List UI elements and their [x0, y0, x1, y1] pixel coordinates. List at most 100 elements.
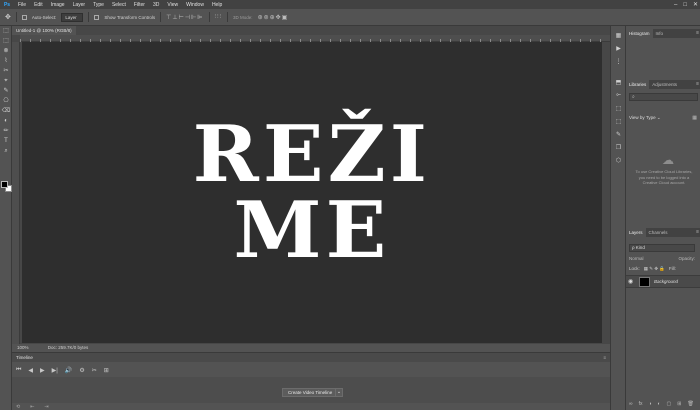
link-layers-icon[interactable]: ∞ — [629, 401, 633, 407]
adjustment-layer-icon[interactable]: ◐ — [658, 401, 661, 407]
layer-thumbnail — [639, 277, 650, 287]
menu-3d[interactable]: 3D — [149, 2, 163, 8]
tab-info[interactable]: Info — [653, 29, 667, 38]
menu-window[interactable]: Window — [182, 2, 208, 8]
show-transform-checkbox[interactable] — [94, 14, 100, 20]
new-group-icon[interactable]: ▢ — [667, 401, 672, 407]
brush-tool-icon[interactable]: ✎ — [0, 86, 12, 96]
vertical-ruler[interactable] — [12, 42, 20, 344]
menu-help[interactable]: Help — [208, 2, 226, 8]
zoom-out-icon[interactable]: ⇤ — [30, 404, 34, 410]
horizontal-ruler[interactable] — [20, 35, 610, 42]
create-video-timeline-button[interactable]: Create Video Timeline — [282, 388, 339, 397]
view-by-type-dropdown[interactable]: View by Type ⌄ — [629, 115, 661, 121]
brush-settings-icon[interactable]: ✎ — [611, 131, 626, 138]
tab-libraries[interactable]: Libraries — [626, 80, 650, 89]
menu-select[interactable]: Select — [108, 2, 130, 8]
divider — [208, 12, 210, 22]
history-icon[interactable]: ▦ — [611, 32, 626, 39]
blend-mode-dropdown[interactable]: Normal — [629, 255, 644, 263]
distribute-buttons-icon[interactable]: ⫶⫶⫶ — [215, 14, 223, 21]
tab-histogram[interactable]: Histogram — [626, 29, 653, 38]
chevron-down-icon[interactable]: ⌄ — [335, 388, 343, 397]
zoom-tool-icon[interactable]: ⌕ — [0, 146, 12, 156]
type-tool-icon[interactable]: T — [0, 136, 12, 146]
maximize-icon[interactable]: □ — [683, 2, 687, 8]
crop-tool-icon[interactable]: ✂ — [0, 66, 12, 76]
3d-icon[interactable]: ⬡ — [611, 157, 626, 164]
add-mask-icon[interactable]: ◑ — [648, 401, 651, 407]
menu-view[interactable]: View — [163, 2, 182, 8]
menu-type[interactable]: Type — [89, 2, 108, 8]
layer-name[interactable]: Background — [654, 276, 678, 288]
play-icon[interactable]: ▶ — [40, 367, 45, 374]
trash-icon[interactable]: 🗑 — [687, 401, 693, 407]
align-buttons-icon[interactable]: ⊤⊥⊢⊣⊩⊫ — [166, 14, 203, 21]
document-tab[interactable]: Untitled-1 @ 100% (RGB/8) — [12, 26, 76, 35]
menu-image[interactable]: Image — [47, 2, 69, 8]
styles-icon[interactable]: ⬚ — [611, 118, 626, 125]
close-icon[interactable]: ✕ — [693, 1, 698, 8]
actions-icon[interactable]: ▶ — [611, 45, 626, 52]
next-frame-icon[interactable]: ▶| — [52, 367, 58, 374]
stamp-tool-icon[interactable]: ⎔ — [0, 96, 12, 106]
canvas[interactable]: REŽI ME — [22, 42, 602, 343]
quick-select-tool-icon[interactable]: ⌇ — [0, 56, 12, 66]
first-frame-icon[interactable]: ⏮ — [16, 367, 21, 374]
lock-label: Lock: — [629, 266, 640, 271]
visibility-eye-icon[interactable]: ◉ — [628, 276, 633, 288]
eraser-tool-icon[interactable]: ⌫ — [0, 106, 12, 116]
panel-menu-icon[interactable]: ≡ — [603, 353, 606, 362]
lasso-tool-icon[interactable]: ⊗ — [0, 46, 12, 56]
headline-line-1: REŽI — [192, 108, 432, 200]
menu-layer[interactable]: Layer — [69, 2, 90, 8]
gradient-tool-icon[interactable]: ◐ — [0, 116, 12, 126]
panel-menu-icon[interactable]: ≡ — [696, 80, 699, 89]
show-transform-label: Show Transform Controls — [104, 14, 156, 20]
search-icon: ⌕ — [632, 94, 635, 100]
library-search-input[interactable]: ⌕ — [629, 93, 698, 101]
timeline-title[interactable]: Timeline — [16, 355, 33, 360]
tab-adjustments[interactable]: Adjustments — [649, 80, 680, 89]
tab-channels[interactable]: Channels — [646, 228, 671, 237]
marquee-tool-icon[interactable]: ⬚ — [0, 36, 12, 46]
convert-icon[interactable]: ⟲ — [16, 404, 20, 410]
menu-edit[interactable]: Edit — [30, 2, 47, 8]
zoom-level[interactable]: 100% — [17, 345, 29, 350]
foreground-color-swatch[interactable] — [1, 181, 8, 188]
layer-style-icon[interactable]: fx — [639, 401, 643, 407]
auto-select-checkbox[interactable] — [21, 14, 27, 20]
split-icon[interactable]: ✂ — [92, 367, 97, 374]
zoom-in-icon[interactable]: ⇥ — [44, 404, 48, 410]
eyedropper-tool-icon[interactable]: ⌖ — [0, 76, 12, 86]
auto-select-target-dropdown[interactable]: Layer — [61, 12, 84, 22]
panel-menu-icon[interactable]: ≡ — [696, 228, 699, 237]
grid-view-icon[interactable]: ▦ — [692, 115, 697, 121]
minimize-icon[interactable]: – — [674, 2, 677, 8]
new-layer-icon[interactable]: ⊞ — [677, 401, 681, 407]
transition-icon[interactable]: ⊞ — [104, 367, 109, 374]
timeline-footer: ⟲ ⇤ ⇥ — [16, 404, 49, 410]
layer-row[interactable]: ◉ Background — [626, 275, 700, 288]
move-tool-icon[interactable]: ✥ — [5, 13, 11, 21]
move-tool-icon[interactable]: ⬚ — [0, 26, 12, 36]
window-controls: – □ ✕ — [674, 0, 698, 9]
previous-frame-icon[interactable]: ◀ — [28, 367, 33, 374]
photoshop-logo: Ps — [3, 1, 11, 8]
clone-source-icon[interactable]: ❐ — [611, 144, 626, 151]
properties-icon[interactable]: ⬒ — [611, 79, 626, 86]
lock-buttons-icon[interactable]: ▦ ✎ ✥ 🔒 — [644, 265, 665, 273]
menu-filter[interactable]: Filter — [130, 2, 149, 8]
tab-layers[interactable]: Layers — [626, 228, 646, 237]
panel-menu-icon[interactable]: ≡ — [696, 29, 699, 38]
pen-tool-icon[interactable]: ✏ — [0, 126, 12, 136]
layer-filter-dropdown[interactable]: ρ Kind — [629, 244, 695, 252]
more-icon[interactable]: ⋮ — [611, 58, 626, 65]
swatches-icon[interactable]: ⬚ — [611, 105, 626, 112]
3d-mode-tools-icon[interactable]: ⊛⊚⊕✥▣ — [258, 14, 289, 21]
menu-file[interactable]: File — [14, 2, 30, 8]
color-swatches[interactable] — [1, 181, 12, 192]
adjust-icon[interactable]: ⟜ — [611, 92, 626, 99]
settings-icon[interactable]: ⚙ — [79, 367, 84, 374]
audio-icon[interactable]: 🔊 — [65, 367, 72, 374]
